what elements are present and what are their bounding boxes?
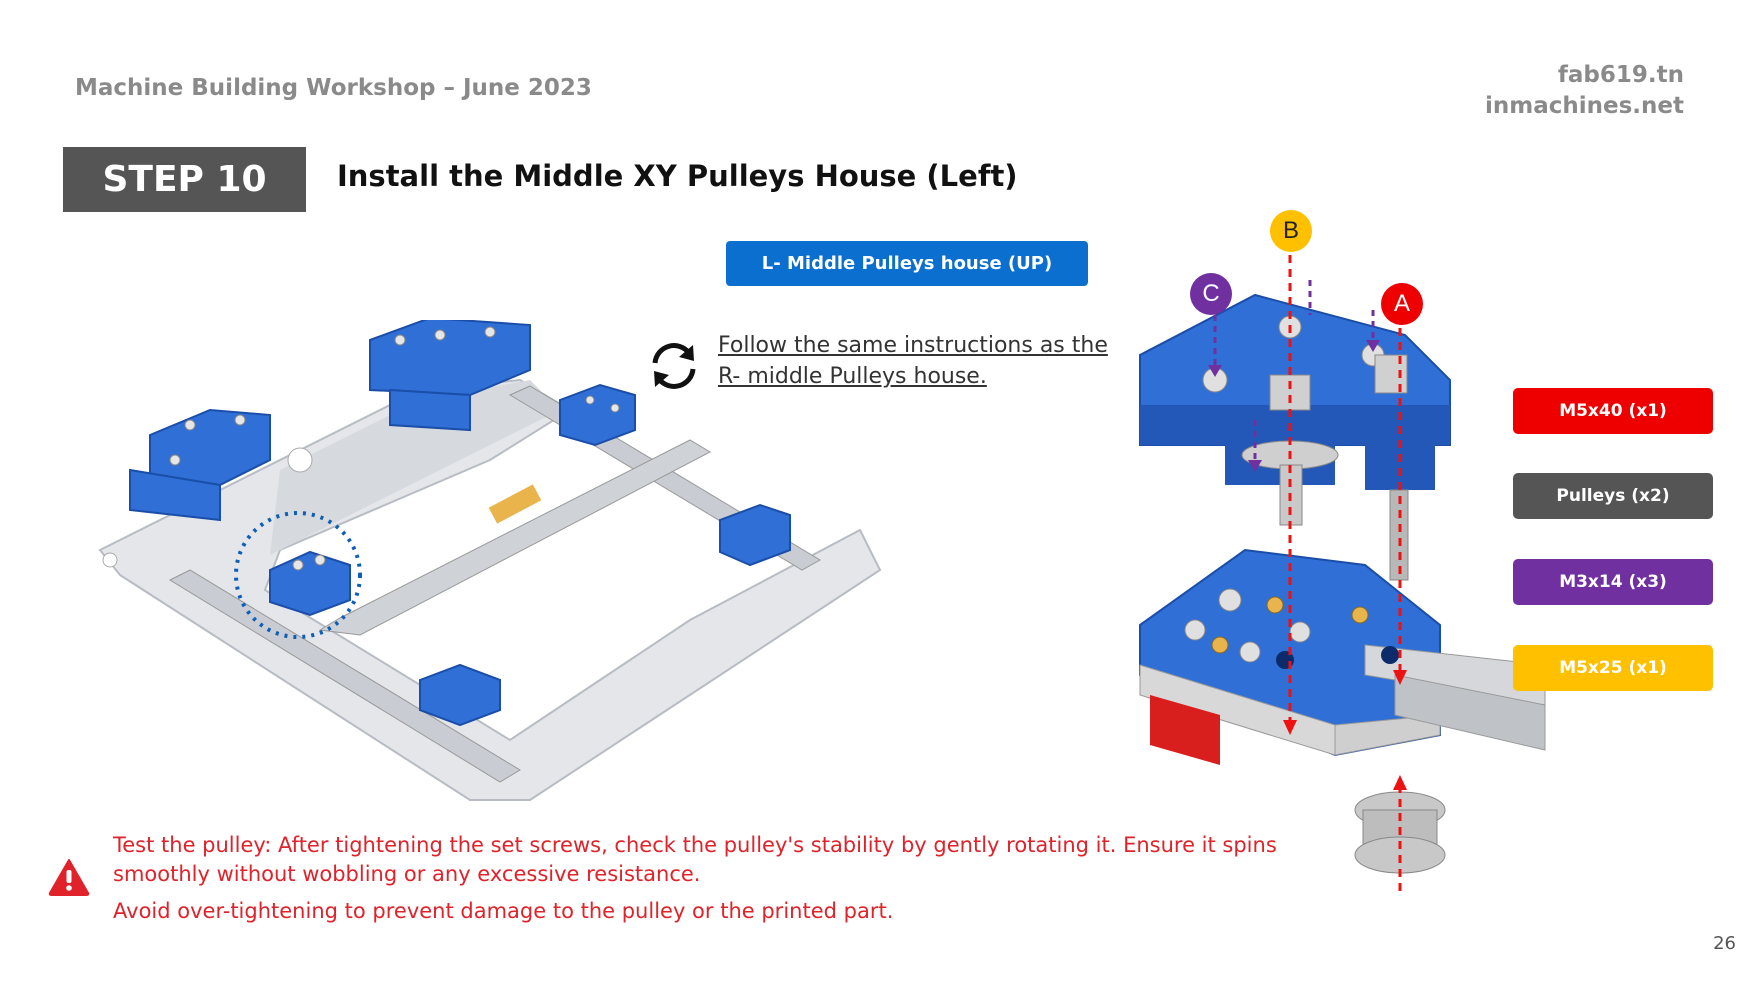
block-mid-right [559, 383, 636, 447]
part-label: L- Middle Pulleys house (UP) [726, 241, 1088, 286]
callout-c: C [1190, 273, 1232, 315]
part-tag-m5x25: M5x25 (x1) [1513, 645, 1713, 691]
upper-pulley-house [1139, 293, 1451, 581]
page-number: 26 [1713, 933, 1736, 954]
step-title: Install the Middle XY Pulleys House (Lef… [337, 159, 1018, 193]
warning-text: Test the pulley: After tightening the se… [113, 831, 1343, 934]
callout-b: B [1270, 210, 1312, 252]
warning-icon [48, 859, 90, 896]
lower-pulley-house [1139, 548, 1546, 765]
site-inmachines[interactable]: inmachines.net [1485, 91, 1684, 122]
site-links: fab619.tn inmachines.net [1485, 60, 1684, 122]
block-highlighted [269, 550, 351, 617]
step-badge: STEP 10 [63, 147, 306, 212]
warning-line-1: Test the pulley: After tightening the se… [113, 833, 1277, 886]
part-tag-m5x40: M5x40 (x1) [1513, 388, 1713, 434]
workshop-title: Machine Building Workshop – June 2023 [75, 75, 592, 101]
warning-line-2: Avoid over-tightening to prevent damage … [113, 899, 894, 923]
site-fab619[interactable]: fab619.tn [1485, 60, 1684, 91]
callout-a: A [1381, 283, 1423, 325]
part-tag-m3x14: M3x14 (x3) [1513, 559, 1713, 605]
xy-frame-illustration [98, 320, 882, 801]
part-tag-pulleys: Pulleys (x2) [1513, 473, 1713, 519]
